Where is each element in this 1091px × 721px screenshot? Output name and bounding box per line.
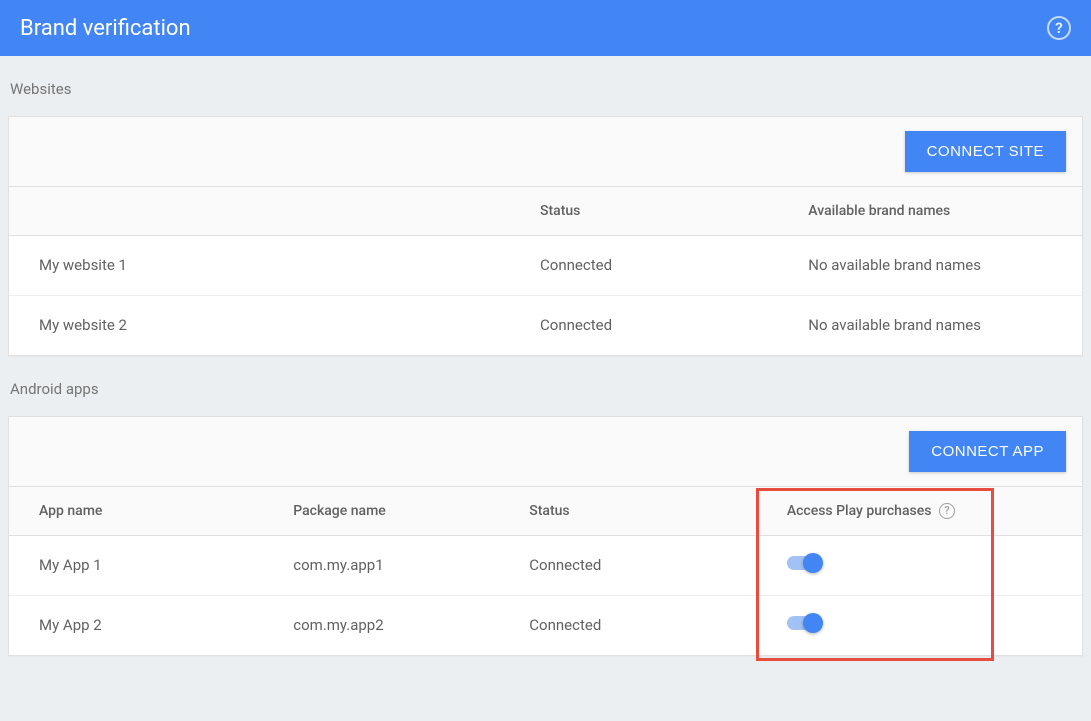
website-brands: No available brand names [792,295,1082,355]
app-name: My App 1 [9,535,277,595]
apps-col-access-label: Access Play purchases [787,503,932,519]
access-toggle[interactable] [787,613,823,633]
websites-toolbar: CONNECT SITE [9,117,1082,187]
table-row: My website 1 Connected No available bran… [9,235,1082,295]
websites-col-brands: Available brand names [792,187,1082,235]
websites-col-name [9,187,524,235]
websites-table: Status Available brand names My website … [9,187,1082,355]
page-header: Brand verification ? [0,0,1091,56]
website-name: My website 2 [9,295,524,355]
apps-card: CONNECT APP App name Package name Status… [8,416,1083,656]
apps-table: App name Package name Status Access Play… [9,487,1082,655]
website-status: Connected [524,295,792,355]
access-toggle[interactable] [787,553,823,573]
app-status: Connected [513,535,771,595]
websites-section-title: Websites [8,56,1083,116]
apps-col-access: Access Play purchases ? [771,487,1082,535]
apps-toolbar: CONNECT APP [9,417,1082,487]
help-icon[interactable]: ? [939,503,955,519]
table-row: My App 2 com.my.app2 Connected [9,595,1082,655]
toggle-thumb [803,553,823,573]
apps-col-package: Package name [277,487,513,535]
connect-site-button[interactable]: CONNECT SITE [905,131,1066,172]
app-name: My App 2 [9,595,277,655]
help-icon[interactable]: ? [1047,16,1071,40]
connect-app-button[interactable]: CONNECT APP [909,431,1066,472]
apps-col-status: Status [513,487,771,535]
page-title: Brand verification [20,16,191,41]
websites-col-status: Status [524,187,792,235]
app-package: com.my.app2 [277,595,513,655]
website-status: Connected [524,235,792,295]
app-status: Connected [513,595,771,655]
apps-section-title: Android apps [8,356,1083,416]
websites-card: CONNECT SITE Status Available brand name… [8,116,1083,356]
toggle-thumb [803,613,823,633]
table-row: My App 1 com.my.app1 Connected [9,535,1082,595]
website-brands: No available brand names [792,235,1082,295]
website-name: My website 1 [9,235,524,295]
table-row: My website 2 Connected No available bran… [9,295,1082,355]
app-package: com.my.app1 [277,535,513,595]
apps-col-name: App name [9,487,277,535]
